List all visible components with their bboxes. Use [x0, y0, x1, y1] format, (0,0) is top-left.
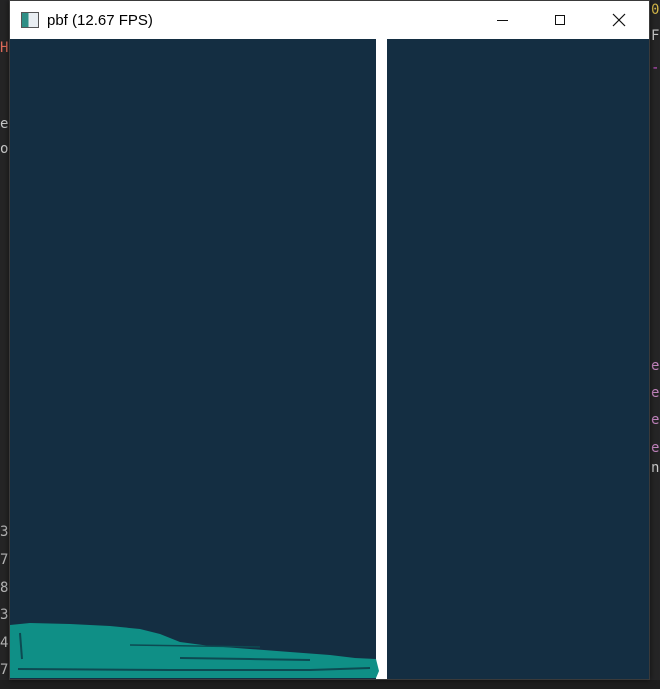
canvas-background: [10, 39, 649, 679]
bg-fragment: 8: [0, 580, 9, 596]
app-window-icon: [21, 12, 39, 28]
bg-fragment: 3: [0, 607, 9, 623]
bg-fragment: 4: [0, 635, 9, 651]
simulation-canvas[interactable]: [10, 39, 649, 679]
bg-fragment: F: [651, 28, 660, 44]
background-editor-bottom: [0, 680, 660, 689]
bg-fragment: -: [651, 60, 660, 76]
bg-fragment: 3: [0, 524, 9, 540]
bg-fragment: 7: [0, 662, 9, 678]
bg-fragment: H: [0, 40, 9, 56]
minimize-button[interactable]: [473, 1, 531, 39]
bg-fragment: n3: [651, 460, 660, 476]
close-button[interactable]: [590, 1, 648, 39]
simulation-window: pbf (12.67 FPS): [9, 0, 650, 680]
maximize-button[interactable]: [531, 1, 589, 39]
title-bar[interactable]: pbf (12.67 FPS): [10, 1, 649, 39]
bg-fragment: 0: [651, 2, 660, 18]
divider-wall: [376, 39, 387, 679]
maximize-icon: [555, 15, 565, 25]
bg-fragment: e: [651, 385, 660, 401]
bg-fragment: o: [0, 141, 9, 157]
background-editor-right: [650, 0, 660, 689]
bg-fragment: e: [651, 440, 660, 456]
window-title: pbf (12.67 FPS): [47, 11, 153, 29]
bg-fragment: 7: [0, 552, 9, 568]
minimize-icon: [496, 19, 508, 21]
bg-fragment: e: [651, 412, 660, 428]
close-icon: [612, 13, 626, 27]
bg-fragment: e: [651, 358, 660, 374]
